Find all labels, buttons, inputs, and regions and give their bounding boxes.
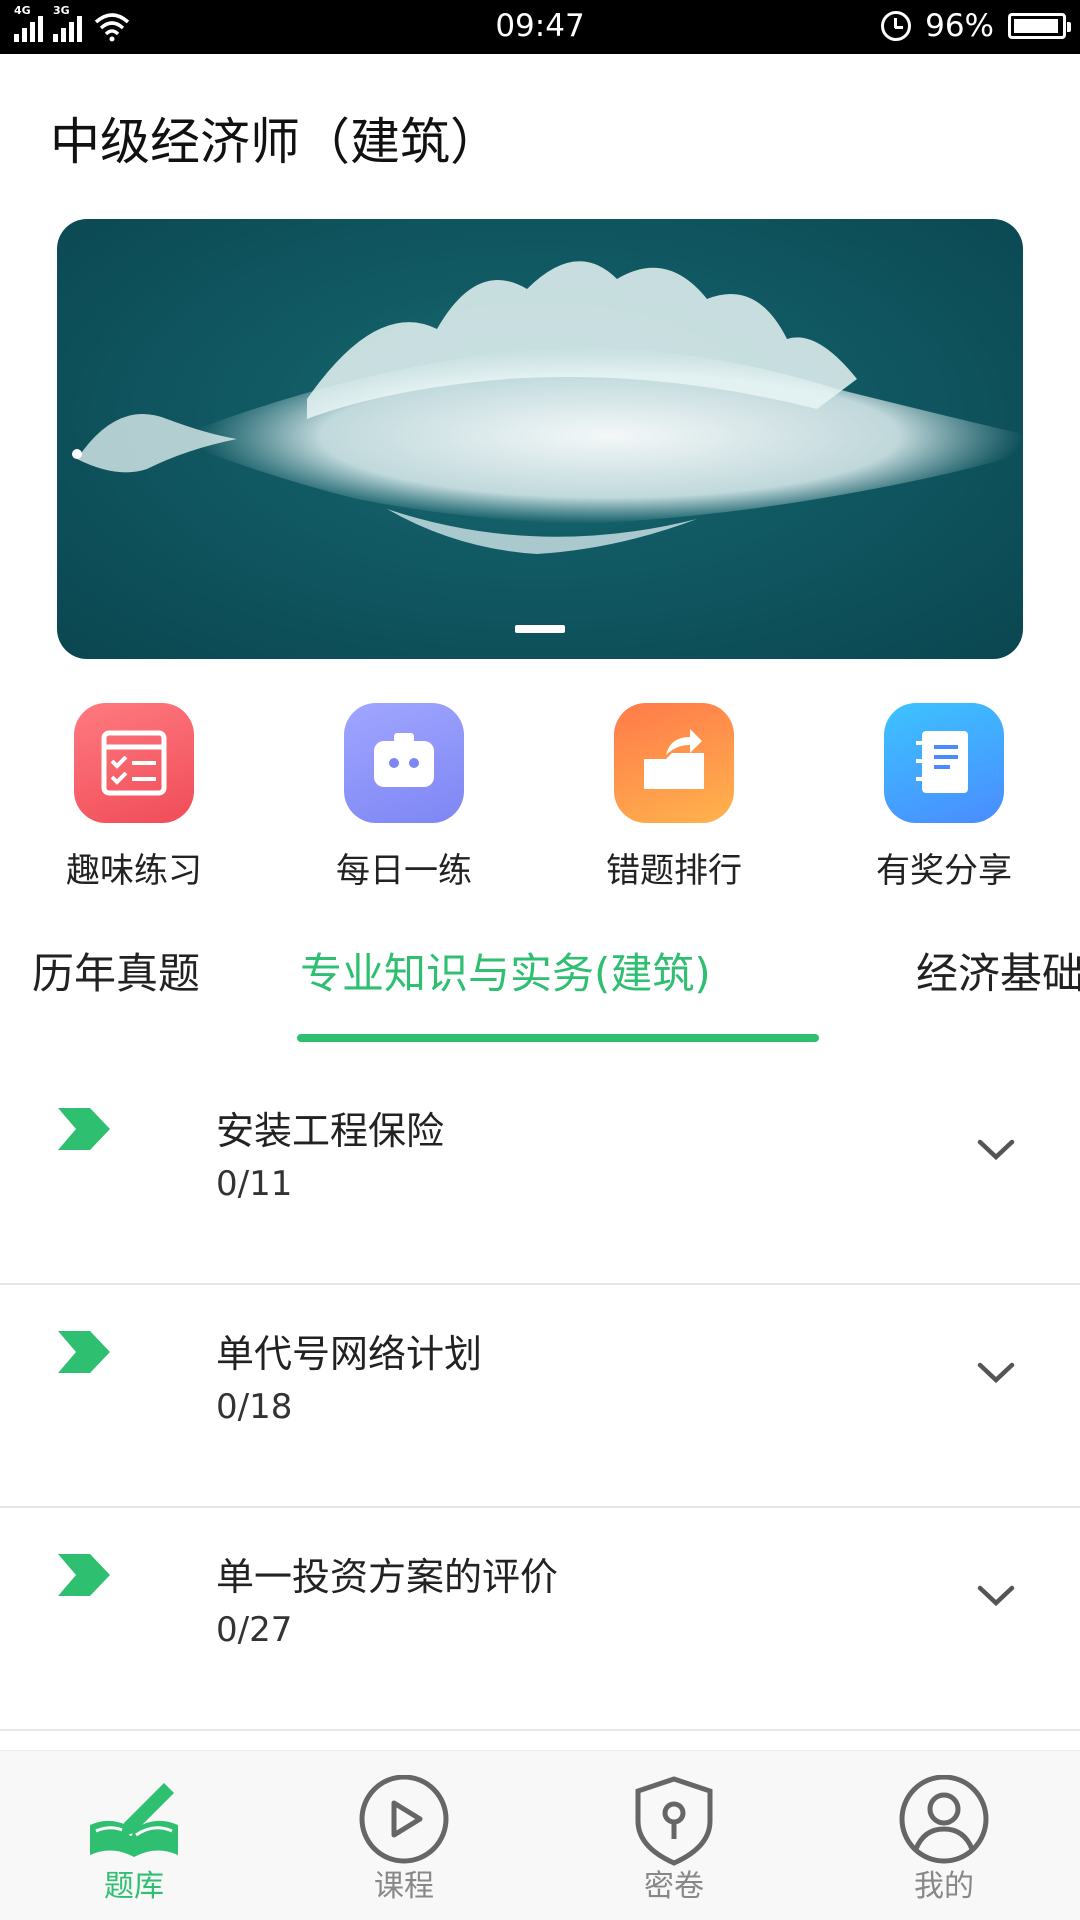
- quick-action-daily-practice[interactable]: 每日一练: [304, 703, 504, 892]
- chevron-down-icon[interactable]: [976, 1582, 1016, 1610]
- chapter-title: 单代号网络计划: [216, 1332, 483, 1376]
- battery-percent: 96%: [925, 8, 994, 44]
- active-tab-indicator: [297, 1034, 819, 1042]
- banner-page-indicator[interactable]: [515, 625, 565, 633]
- page-title: 中级经济师（建筑）: [50, 113, 500, 171]
- quick-action-fun-practice[interactable]: 趣味练习: [34, 703, 234, 892]
- bottom-nav: 题库 课程 密卷 我的: [0, 1750, 1080, 1920]
- chapter-title: 安装工程保险: [216, 1109, 445, 1153]
- chevron-marker-icon: [58, 1108, 110, 1150]
- play-circle-icon: [359, 1775, 449, 1864]
- nav-profile[interactable]: 我的: [854, 1751, 1034, 1920]
- nav-label: 我的: [914, 1869, 974, 1904]
- banner-carousel[interactable]: [57, 219, 1023, 659]
- folder-share-icon: [614, 703, 734, 823]
- nav-courses[interactable]: 课程: [314, 1751, 494, 1920]
- list-item[interactable]: 单代号网络计划 0/18: [0, 1285, 1080, 1508]
- quick-action-label: 每日一练: [336, 851, 472, 891]
- quick-action-wrong-ranking[interactable]: 错题排行: [574, 703, 774, 892]
- quick-action-label: 错题排行: [606, 851, 742, 891]
- list-item[interactable]: 安装工程保险 0/11: [0, 1062, 1080, 1285]
- status-right: 96%: [881, 8, 1071, 44]
- quick-action-label: 趣味练习: [66, 851, 202, 891]
- chevron-down-icon[interactable]: [976, 1359, 1016, 1387]
- battery-icon: [1008, 13, 1071, 39]
- chapter-progress: 0/27: [216, 1610, 293, 1650]
- notebook-icon: [884, 703, 1004, 823]
- chapter-progress: 0/18: [216, 1387, 293, 1427]
- tab-professional-knowledge[interactable]: 专业知识与实务(建筑): [300, 940, 711, 1001]
- quick-action-reward-share[interactable]: 有奖分享: [844, 703, 1044, 892]
- banner-image: [72, 261, 1023, 554]
- practice-sheet-icon: [74, 703, 194, 823]
- chevron-marker-icon: [58, 1331, 110, 1373]
- list-item[interactable]: 单一投资方案的评价 0/27: [0, 1508, 1080, 1731]
- status-bar: 4G 3G 09:47 96%: [0, 0, 1080, 54]
- book-pen-icon: [90, 1783, 178, 1857]
- chapter-title: 单一投资方案的评价: [216, 1555, 559, 1599]
- nav-secret-papers[interactable]: 密卷: [584, 1751, 764, 1920]
- robot-box-icon: [344, 703, 464, 823]
- shield-lock-icon: [635, 1776, 713, 1866]
- nav-label: 课程: [374, 1869, 434, 1904]
- chevron-marker-icon: [58, 1554, 110, 1596]
- chapter-progress: 0/11: [216, 1164, 293, 1204]
- subject-tabs: 历年真题 专业知识与实务(建筑) 经济基础: [0, 930, 1080, 1050]
- tab-economic-basics[interactable]: 经济基础: [916, 940, 1080, 1001]
- chapter-list: 安装工程保险 0/11 单代号网络计划 0/18 单一投资方案的评价 0/27: [0, 1062, 1080, 1731]
- user-circle-icon: [899, 1775, 989, 1864]
- quick-actions: 趣味练习 每日一练 错题排行 有奖分享: [0, 703, 1080, 893]
- nav-question-bank[interactable]: 题库: [44, 1751, 224, 1920]
- tab-past-exams[interactable]: 历年真题: [32, 940, 200, 1001]
- quick-action-label: 有奖分享: [876, 851, 1012, 891]
- alarm-icon: [881, 11, 912, 41]
- nav-label: 密卷: [644, 1869, 704, 1904]
- nav-label: 题库: [104, 1869, 164, 1904]
- chevron-down-icon[interactable]: [976, 1136, 1016, 1164]
